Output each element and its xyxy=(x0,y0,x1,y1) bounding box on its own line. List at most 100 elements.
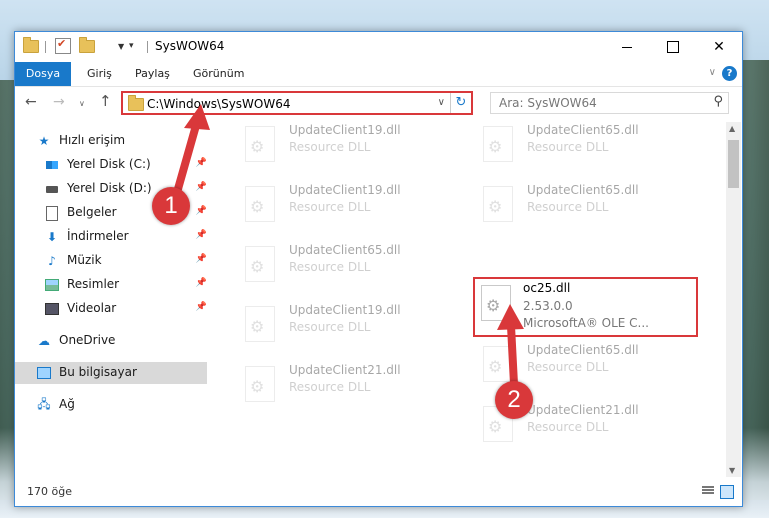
navigation-bar: ← → ∨ ↑ C:\Windows\SysWOW64 ∨ ↻ Ara: Sys… xyxy=(15,87,742,119)
maximize-icon xyxy=(667,41,679,53)
star-icon: ★ xyxy=(38,134,50,148)
file-item[interactable]: UpdateClient65.dll Resource DLL xyxy=(475,178,695,234)
tab-view[interactable]: Görünüm xyxy=(193,62,244,86)
new-folder-icon[interactable] xyxy=(79,36,95,54)
sidebar-item-label: Hızlı erişim xyxy=(59,133,126,147)
vertical-scrollbar[interactable]: ▲ ▼ xyxy=(726,122,741,477)
separator xyxy=(147,41,148,53)
download-icon: ⬇ xyxy=(46,230,58,244)
file-version: 2.53.0.0 xyxy=(523,299,573,313)
scroll-up-icon[interactable]: ▲ xyxy=(729,124,735,133)
scroll-down-icon[interactable]: ▼ xyxy=(729,466,735,475)
forward-button[interactable]: → xyxy=(53,94,65,110)
step-1-badge: 1 xyxy=(152,187,190,225)
separator xyxy=(45,41,46,53)
address-dropdown-icon[interactable]: ∨ xyxy=(438,97,445,108)
sidebar-item-quick-access[interactable]: ★ Hızlı erişim xyxy=(15,130,207,152)
documents-icon xyxy=(45,205,59,221)
sidebar-item-label: OneDrive xyxy=(59,333,116,347)
pin-icon[interactable]: 📌 xyxy=(196,278,207,288)
sidebar-item-label: Belgeler xyxy=(67,205,117,219)
search-input[interactable]: Ara: SysWOW64 ⚲ xyxy=(490,92,729,114)
computer-icon xyxy=(37,366,51,380)
sidebar-item-downloads[interactable]: ⬇ İndirmeler 📌 xyxy=(15,226,207,248)
sidebar-item-label: Yerel Disk (D:) xyxy=(67,181,152,195)
maximize-button[interactable] xyxy=(650,32,696,62)
search-placeholder: Ara: SysWOW64 xyxy=(499,96,597,110)
view-icon[interactable] xyxy=(101,38,115,54)
file-item[interactable]: UpdateClient19.dll Resource DLL xyxy=(237,178,457,234)
sidebar-item-label: Bu bilgisayar xyxy=(59,365,137,379)
file-item[interactable]: UpdateClient65.dll Resource DLL xyxy=(475,122,695,174)
expand-ribbon-icon[interactable]: ∨ xyxy=(709,67,716,78)
chevron-down-icon[interactable]: ▼ xyxy=(118,38,124,54)
file-item-oc25-dll[interactable]: oc25.dll 2.53.0.0 MicrosoftA® OLE C... xyxy=(473,277,698,337)
file-name: UpdateClient65.dll xyxy=(527,183,639,197)
properties-icon[interactable] xyxy=(55,37,71,54)
refresh-button[interactable]: ↻ xyxy=(450,93,471,113)
sidebar-item-local-disk-c[interactable]: Yerel Disk (C:) 📌 xyxy=(15,154,207,176)
tiles-view-icon[interactable] xyxy=(720,485,734,499)
file-description: Resource DLL xyxy=(527,200,609,214)
sidebar-item-label: Yerel Disk (C:) xyxy=(67,157,151,171)
tab-file[interactable]: Dosya xyxy=(15,62,71,86)
sidebar-item-pictures[interactable]: Resimler 📌 xyxy=(15,274,207,296)
file-description: Resource DLL xyxy=(289,140,371,154)
pin-icon[interactable]: 📌 xyxy=(196,206,207,216)
details-view-icon[interactable] xyxy=(702,485,714,497)
navigation-pane: ★ Hızlı erişim Yerel Disk (C:) 📌 Yerel D… xyxy=(15,122,207,467)
back-button[interactable]: ← xyxy=(25,94,37,110)
file-description: Resource DLL xyxy=(527,420,609,434)
sidebar-item-network[interactable]: 🖧 Ağ xyxy=(15,394,207,416)
close-button[interactable]: ✕ xyxy=(696,32,742,62)
file-name: UpdateClient19.dll xyxy=(289,123,401,137)
file-name: UpdateClient19.dll xyxy=(289,303,401,317)
dll-file-icon xyxy=(245,126,275,162)
file-description: Resource DLL xyxy=(289,320,371,334)
file-description: Resource DLL xyxy=(289,380,371,394)
help-icon[interactable]: ? xyxy=(722,66,737,81)
step-2-badge: 2 xyxy=(495,381,533,419)
item-count: 170 öğe xyxy=(27,485,72,498)
window-title: SysWOW64 xyxy=(155,39,225,53)
sidebar-item-music[interactable]: ♪ Müzik 📌 xyxy=(15,250,207,272)
pin-icon[interactable]: 📌 xyxy=(196,302,207,312)
pin-icon[interactable]: 📌 xyxy=(196,230,207,240)
dll-file-icon xyxy=(483,126,513,162)
file-item[interactable]: UpdateClient19.dll Resource DLL xyxy=(237,122,457,174)
file-company: MicrosoftA® OLE C... xyxy=(523,316,649,330)
sidebar-item-this-pc[interactable]: Bu bilgisayar xyxy=(15,362,207,384)
file-name: oc25.dll xyxy=(523,281,571,295)
file-description: Resource DLL xyxy=(527,140,609,154)
file-list: UpdateClient19.dll Resource DLL UpdateCl… xyxy=(223,122,726,467)
up-button[interactable]: ↑ xyxy=(99,92,112,110)
drive-icon xyxy=(45,182,59,196)
file-name: UpdateClient65.dll xyxy=(527,343,639,357)
file-name: UpdateClient19.dll xyxy=(289,183,401,197)
minimize-button[interactable] xyxy=(604,32,650,62)
address-bar[interactable]: C:\Windows\SysWOW64 ∨ ↻ xyxy=(121,91,473,115)
dll-file-icon xyxy=(245,246,275,282)
pin-icon[interactable]: 📌 xyxy=(196,158,207,168)
sidebar-item-label: Ağ xyxy=(59,397,75,411)
file-item[interactable]: UpdateClient19.dll Resource DLL xyxy=(237,298,457,354)
sidebar-item-onedrive[interactable]: ☁ OneDrive xyxy=(15,330,207,352)
scroll-thumb[interactable] xyxy=(728,140,739,188)
tab-home[interactable]: Giriş xyxy=(87,62,112,86)
file-name: UpdateClient65.dll xyxy=(527,123,639,137)
pin-icon[interactable]: 📌 xyxy=(196,254,207,264)
tab-share[interactable]: Paylaş xyxy=(135,62,170,86)
dll-file-icon xyxy=(245,306,275,342)
sidebar-item-videos[interactable]: Videolar 📌 xyxy=(15,298,207,320)
sidebar-item-label: Müzik xyxy=(67,253,102,267)
file-item[interactable]: UpdateClient21.dll Resource DLL xyxy=(237,358,457,414)
ribbon: Dosya Giriş Paylaş Görünüm ∨ ? xyxy=(15,62,742,87)
folder-icon xyxy=(128,95,144,114)
pin-icon[interactable]: 📌 xyxy=(196,182,207,192)
folder-icon xyxy=(23,36,39,54)
customize-toolbar-icon[interactable]: ▾ xyxy=(129,38,134,54)
file-name: UpdateClient65.dll xyxy=(289,243,401,257)
explorer-window: ▼ ▾ SysWOW64 ✕ Dosya Giriş Paylaş Görünü… xyxy=(14,31,743,507)
file-item[interactable]: UpdateClient65.dll Resource DLL xyxy=(237,238,457,294)
recent-locations-button[interactable]: ∨ xyxy=(79,99,85,108)
